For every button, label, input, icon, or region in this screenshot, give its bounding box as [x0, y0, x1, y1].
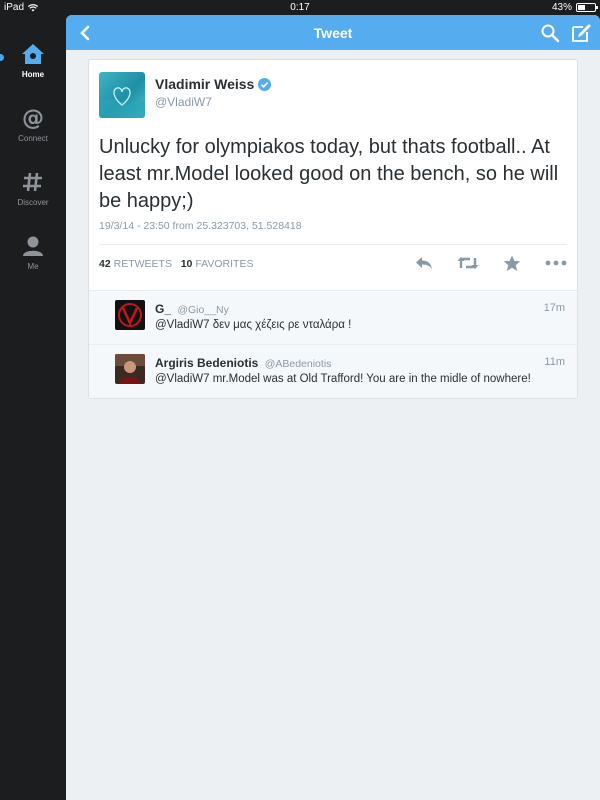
- reply-author: G_ @Gio__Ny: [155, 302, 229, 316]
- reply-text: @VladiW7 δεν μας χέζεις ρε νταλάρα !: [155, 319, 352, 331]
- sidebar-item-label: Connect: [18, 134, 48, 143]
- author-handle[interactable]: @VladiW7: [155, 95, 212, 109]
- sidebar-item-discover[interactable]: Discover: [0, 171, 66, 207]
- sidebar-item-label: Me: [27, 262, 39, 271]
- reply-author: Argiris Bedeniotis @ABedeniotis: [155, 356, 331, 370]
- replies-list: G_ @Gio__Ny 17m @VladiW7 δεν μας χέζεις …: [89, 290, 577, 398]
- sidebar-item-label: Home: [21, 70, 45, 79]
- author-avatar[interactable]: [99, 72, 145, 118]
- star-icon: [503, 255, 521, 271]
- page-title: Tweet: [313, 25, 353, 41]
- person-icon: [23, 236, 43, 256]
- home-icon: [22, 44, 44, 64]
- sidebar-item-home[interactable]: Home: [0, 43, 66, 79]
- verified-badge-icon: [258, 77, 272, 91]
- reply-avatar[interactable]: [115, 354, 145, 384]
- sidebar-item-me[interactable]: Me: [0, 235, 66, 271]
- battery-percent: 43%: [551, 2, 572, 13]
- retweet-button[interactable]: [455, 252, 481, 274]
- tweet-meta: 19/3/14 - 23:50 from 25.323703, 51.52841…: [99, 220, 302, 232]
- retweets-count: 42: [99, 258, 111, 270]
- compose-icon[interactable]: [570, 22, 592, 44]
- reply-item[interactable]: G_ @Gio__Ny 17m @VladiW7 δεν μας χέζεις …: [89, 290, 577, 344]
- divider: [99, 244, 567, 245]
- search-icon[interactable]: [540, 23, 560, 43]
- tweet-card: Vladimir Weiss @VladiW7 Unlucky for olym…: [88, 59, 578, 399]
- retweets-stat[interactable]: 42 RETWEETS: [99, 258, 172, 270]
- reply-timestamp: 17m: [543, 302, 565, 314]
- reply-author-handle: @Gio__Ny: [177, 304, 229, 316]
- tweet-text: Unlucky for olympiakos today, but thats …: [99, 136, 559, 212]
- reply-timestamp: 11m: [544, 356, 565, 368]
- reply-item[interactable]: Argiris Bedeniotis @ABedeniotis 11m @Vla…: [89, 344, 577, 398]
- at-icon: @: [22, 106, 44, 131]
- favorites-stat[interactable]: 10 FAVORITES: [181, 258, 254, 270]
- battery-icon: [576, 3, 598, 12]
- retweet-icon: [457, 257, 479, 269]
- favorites-label: FAVORITES: [195, 258, 254, 270]
- favorites-count: 10: [180, 258, 193, 270]
- favorite-button[interactable]: [499, 252, 525, 274]
- tweet-actions: [411, 252, 569, 274]
- reply-icon: [416, 257, 432, 269]
- reply-text: @VladiW7 mr.Model was at Old Trafford! Y…: [155, 373, 531, 385]
- clock: 0:17: [290, 2, 310, 13]
- navigation-bar: Tweet: [66, 15, 600, 50]
- svg-text:@: @: [22, 107, 44, 129]
- more-dots-icon: [545, 260, 567, 266]
- reply-author-name: Argiris Bedeniotis: [155, 356, 259, 370]
- tweet-stats: 42 RETWEETS 10 FAVORITES: [99, 258, 253, 270]
- main-panel: Tweet Vladimir Weiss @VladiW7 Unlucky fo…: [66, 15, 600, 800]
- sidebar: Home @ Connect Discover Me: [0, 15, 66, 800]
- retweets-label: RETWEETS: [113, 258, 172, 270]
- author-name[interactable]: Vladimir Weiss: [155, 76, 272, 92]
- sidebar-item-connect[interactable]: @ Connect: [0, 106, 66, 143]
- reply-author-handle: @ABedeniotis: [264, 358, 332, 370]
- sidebar-item-label: Discover: [17, 198, 49, 207]
- author-name-text: Vladimir Weiss: [155, 76, 255, 92]
- reply-button[interactable]: [411, 252, 437, 274]
- reply-avatar[interactable]: [115, 300, 145, 330]
- status-bar: iPad 0:17 43%: [0, 0, 600, 15]
- reply-author-name: G_: [155, 302, 172, 316]
- hashtag-icon: [23, 172, 42, 192]
- more-button[interactable]: [543, 252, 569, 274]
